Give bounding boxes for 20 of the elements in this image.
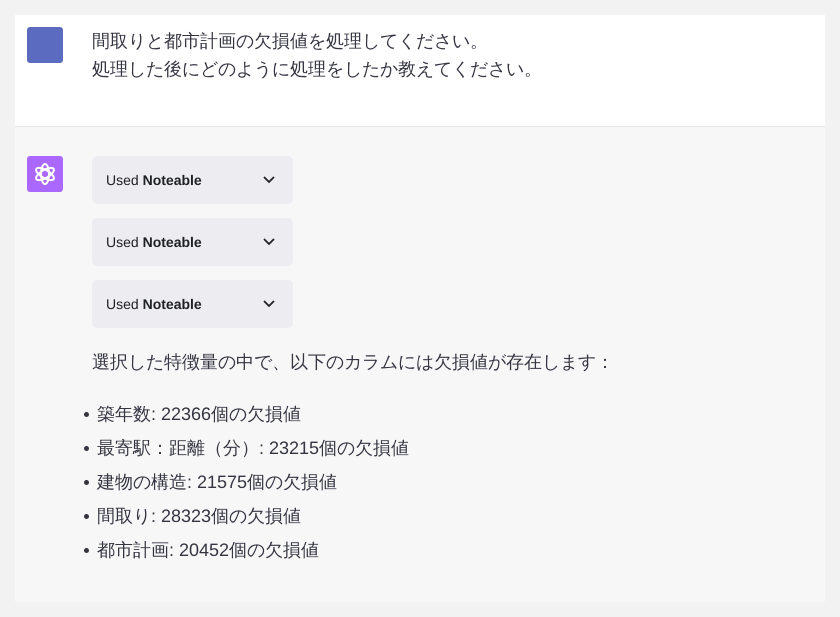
list-item-text: 建物の構造: 21575個の欠損値 <box>97 471 338 494</box>
chevron-down-icon <box>263 300 275 308</box>
message-line: 間取りと都市計画の欠損値を処理してください。 <box>92 30 489 53</box>
list-item-text: 築年数: 22366個の欠損値 <box>97 403 302 426</box>
list-item-text: 最寄駅：距離（分）: 23215個の欠損値 <box>97 437 410 460</box>
bullet-icon <box>84 446 89 450</box>
bullet-icon <box>84 514 89 518</box>
chevron-down-icon <box>263 176 275 184</box>
bullet-icon <box>84 412 89 416</box>
response-paragraph: 選択した特徴量の中で、以下のカラムには欠損値が存在します： <box>92 351 614 374</box>
tool-call-toggle[interactable]: Used Noteable <box>92 218 293 266</box>
message-line: 処理した後にどのように処理をしたか教えてください。 <box>92 58 542 81</box>
list-item-text: 間取り: 28323個の欠損値 <box>97 505 302 528</box>
user-avatar <box>27 27 63 63</box>
bullet-icon <box>84 480 89 484</box>
tool-call-toggle[interactable]: Used Noteable <box>92 156 293 204</box>
bullet-icon <box>84 548 89 552</box>
list-item-text: 都市計画: 20452個の欠損値 <box>97 539 320 562</box>
tool-call-toggle[interactable]: Used Noteable <box>92 280 293 328</box>
chevron-down-icon <box>263 238 275 246</box>
